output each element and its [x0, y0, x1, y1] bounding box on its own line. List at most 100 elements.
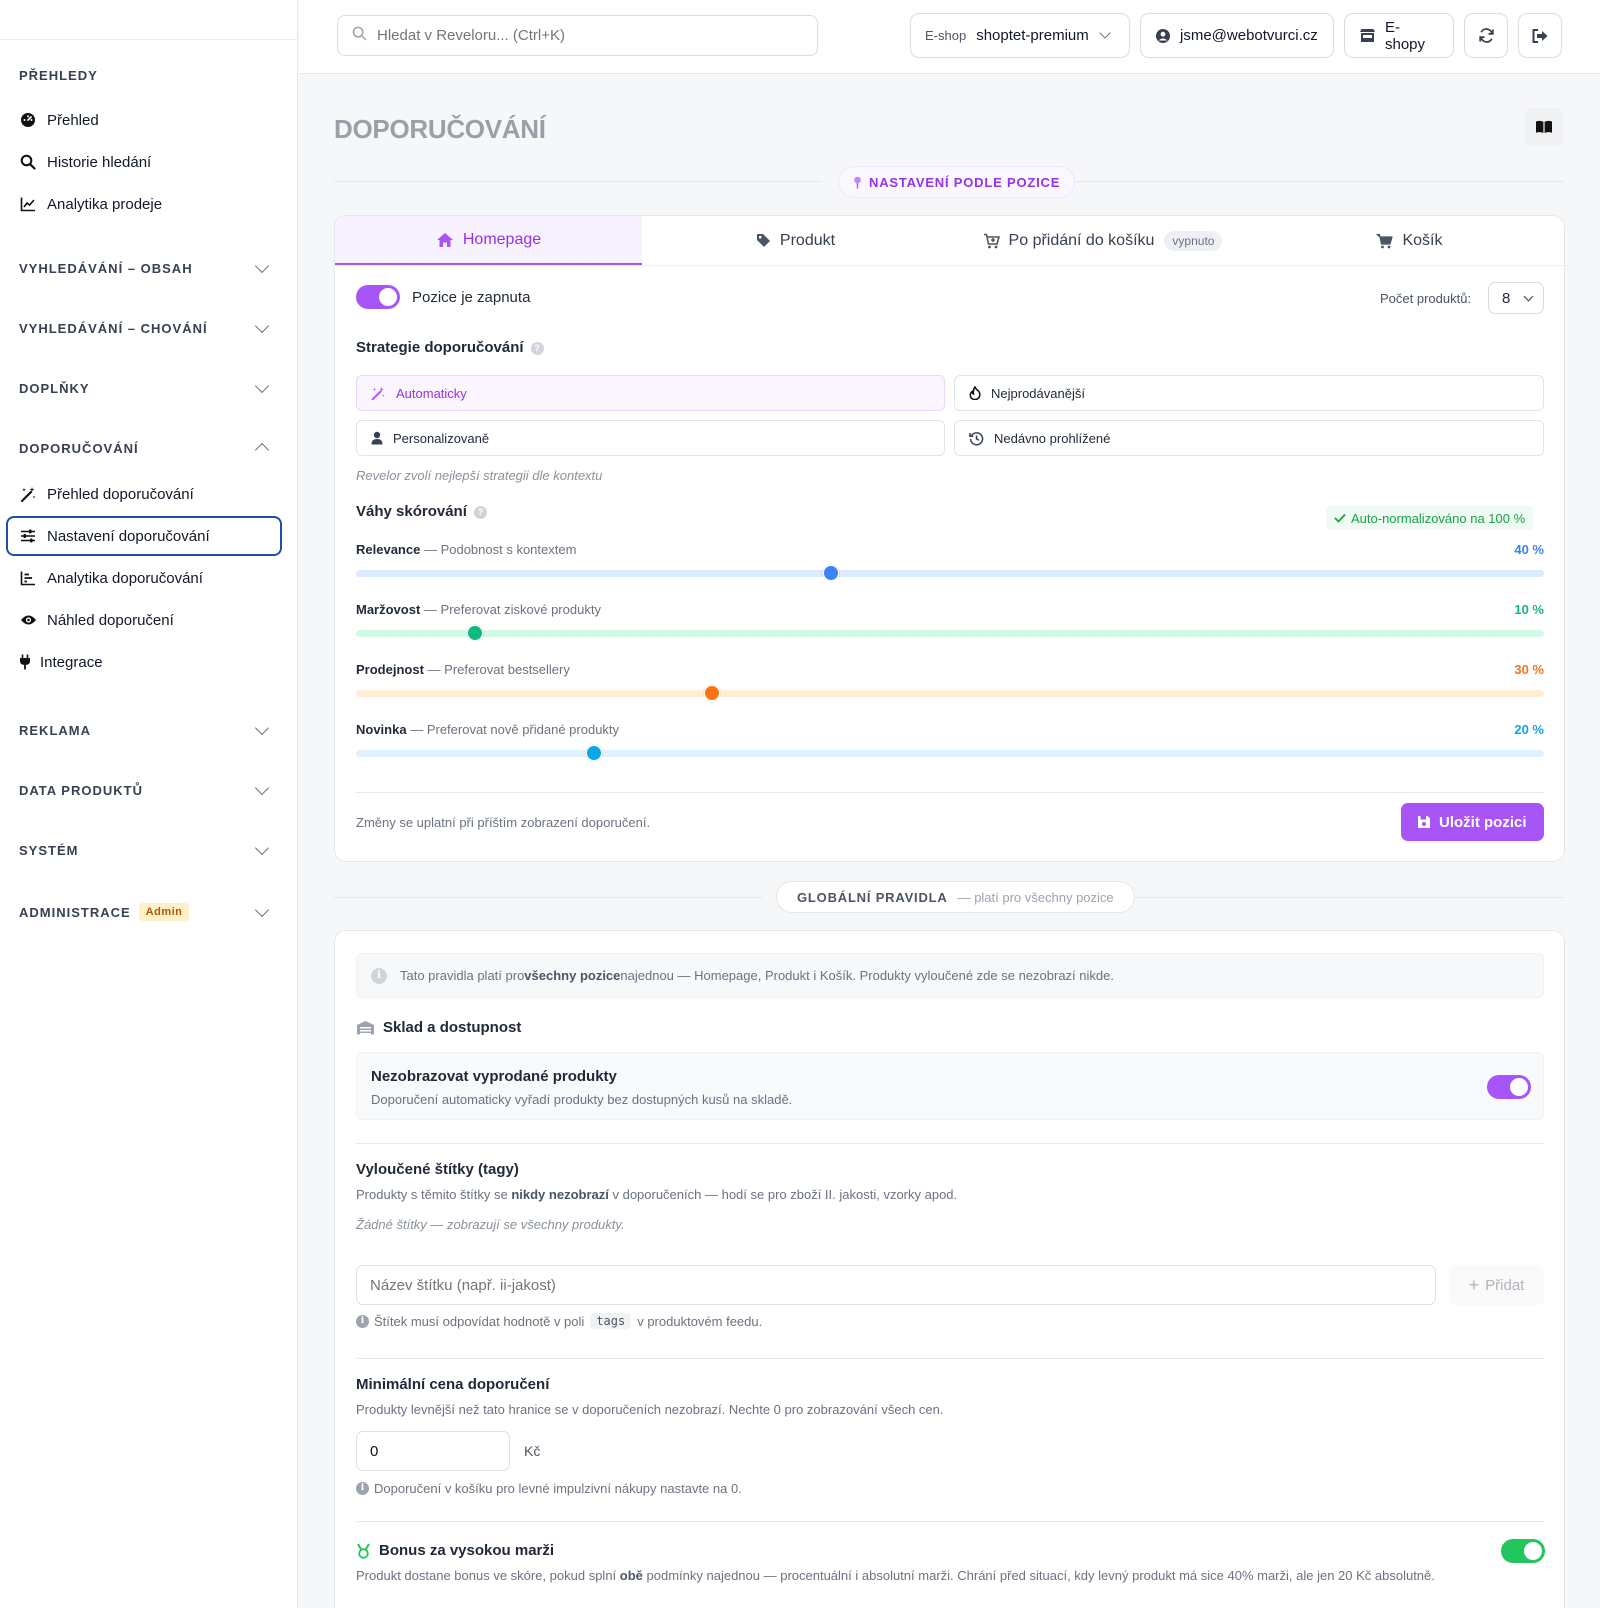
section-administration[interactable]: ADMINISTRACE Admin — [0, 902, 297, 922]
sliders-icon — [19, 527, 37, 545]
sidebar-item-rec-analytics[interactable]: Analytika doporučování — [6, 558, 282, 598]
topbar: E-shop shoptet-premium jsme@webotvurci.c… — [299, 0, 1600, 74]
weight-slider-track[interactable] — [356, 630, 1544, 637]
weight-label: Prodejnost — Preferovat bestsellery — [356, 662, 570, 677]
strategy-personalized[interactable]: Personalizovaně — [356, 420, 945, 456]
sidebar-item-sales-analytics[interactable]: Analytika prodeje — [6, 184, 282, 224]
pin-icon — [853, 176, 862, 189]
sidebar-item-integration[interactable]: Integrace — [6, 642, 282, 682]
chevron-down-icon — [1099, 27, 1111, 39]
section-search-behavior[interactable]: VYHLEDÁVÁNÍ – CHOVÁNÍ — [0, 318, 297, 338]
floppy-disk-icon — [1417, 815, 1431, 829]
global-rules-label: GLOBÁLNÍ PRAVIDLA — platí pro všechny po… — [776, 881, 1135, 913]
position-enabled-toggle[interactable] — [356, 285, 400, 309]
disabled-badge: vypnuto — [1164, 230, 1223, 251]
hide-soldout-row: Nezobrazovat vyprodané produkty Doporuče… — [356, 1052, 1544, 1120]
position-settings-card: Homepage Produkt Po přidání do košíku vy… — [334, 215, 1565, 862]
strategy-hint: Revelor zvolí nejlepší strategii dle kon… — [356, 468, 603, 483]
eshop-selector[interactable]: E-shop shoptet-premium — [910, 13, 1130, 58]
tab-cart[interactable]: Košík — [1256, 216, 1563, 265]
min-price-title: Minimální cena doporučení — [356, 1376, 550, 1393]
divider-line — [334, 181, 822, 182]
info-icon: i — [356, 1482, 369, 1495]
help-icon[interactable]: ? — [530, 341, 544, 355]
weight-slider-thumb[interactable] — [704, 685, 721, 701]
section-search-content[interactable]: VYHLEDÁVÁNÍ – OBSAH — [0, 258, 297, 278]
chevron-down-icon — [254, 720, 270, 736]
search-box[interactable] — [337, 15, 818, 56]
tag-input[interactable] — [370, 1276, 1435, 1294]
sidebar-item-search-history[interactable]: Historie hledání — [6, 142, 282, 182]
cart-icon — [1376, 233, 1394, 249]
refresh-button[interactable] — [1464, 13, 1508, 58]
chevron-down-icon — [254, 258, 270, 274]
page-title: DOPORUČOVÁNÍ — [334, 114, 546, 144]
weight-slider-thumb[interactable] — [585, 745, 602, 761]
sidebar: PŘEHLEDY Přehled Historie hledání Analyt… — [0, 0, 298, 1608]
strategy-recently-viewed[interactable]: Nedávno prohlížené — [954, 420, 1544, 456]
section-system[interactable]: SYSTÉM — [0, 840, 297, 860]
strategy-auto[interactable]: Automaticky — [356, 375, 945, 411]
docs-button[interactable] — [1525, 108, 1563, 146]
weight-slider-track[interactable] — [356, 570, 1544, 577]
weight-value: 40 % — [1514, 542, 1544, 557]
section-overview: PŘEHLEDY — [19, 67, 98, 83]
weight-slider-track[interactable] — [356, 750, 1544, 757]
margin-bonus-title: Bonus za vysokou marži — [356, 1542, 554, 1559]
strategy-bestsellers[interactable]: Nejprodávanější — [954, 375, 1544, 411]
hide-soldout-toggle[interactable] — [1487, 1075, 1531, 1099]
no-tags-note: Žádné štítky — zobrazují se všechny prod… — [356, 1217, 625, 1232]
section-product-data[interactable]: DATA PRODUKTŮ — [0, 780, 297, 800]
magic-wand-icon — [371, 386, 386, 401]
user-account-button[interactable]: jsme@webotvurci.cz — [1140, 13, 1334, 58]
divider-line — [356, 1358, 1544, 1359]
margin-bonus-toggle[interactable] — [1501, 1539, 1545, 1563]
history-icon — [969, 431, 984, 446]
section-recommendations[interactable]: DOPORUČOVÁNÍ — [0, 438, 297, 458]
sidebar-item-rec-overview[interactable]: Přehled doporučování — [6, 474, 282, 514]
tab-product[interactable]: Produkt — [642, 216, 949, 265]
store-icon — [1359, 28, 1376, 43]
weight-label: Maržovost — Preferovat ziskové produkty — [356, 602, 601, 617]
weight-slider-thumb[interactable] — [466, 625, 483, 641]
min-price-field[interactable] — [356, 1431, 569, 1471]
sidebar-item-rec-settings[interactable]: Nastavení doporučování — [6, 516, 282, 556]
excluded-tags-title: Vyloučené štítky (tagy) — [356, 1161, 519, 1178]
min-price-note: i Doporučení v košíku pro levné impulziv… — [356, 1481, 742, 1496]
sidebar-item-overview[interactable]: Přehled — [6, 100, 282, 140]
tab-homepage[interactable]: Homepage — [335, 216, 642, 265]
add-tag-button[interactable]: + Přidat — [1449, 1265, 1544, 1305]
chevron-down-icon — [254, 378, 270, 394]
refresh-icon — [1478, 27, 1495, 44]
chevron-down-icon — [1523, 291, 1534, 302]
save-position-button[interactable]: Uložit pozici — [1401, 803, 1544, 841]
weight-value: 10 % — [1514, 602, 1544, 617]
weight-slider-track[interactable] — [356, 690, 1544, 697]
strategy-title: Strategie doporučování? — [356, 339, 544, 356]
excluded-tags-desc: Produkty s těmito štítky se nikdy nezobr… — [356, 1187, 958, 1202]
weight-slider-thumb[interactable] — [823, 565, 840, 581]
sidebar-header — [0, 0, 297, 40]
section-ads[interactable]: REKLAMA — [0, 720, 297, 740]
search-input[interactable] — [377, 27, 817, 44]
logout-button[interactable] — [1518, 13, 1562, 58]
sidebar-item-label: Nastavení doporučování — [47, 527, 210, 545]
plug-icon — [19, 653, 31, 671]
sidebar-item-rec-preview[interactable]: Náhled doporučení — [6, 600, 282, 640]
eshops-button[interactable]: E-shopy — [1344, 13, 1454, 58]
sidebar-item-label: Náhled doporučení — [47, 611, 174, 629]
help-icon[interactable]: ? — [473, 505, 487, 519]
tag-note: i Štítek musí odpovídat hodnotě v poli t… — [356, 1313, 762, 1329]
product-count-select[interactable]: 8 — [1488, 282, 1544, 314]
tag-input-field[interactable] — [356, 1265, 1436, 1305]
info-icon: i — [371, 967, 387, 984]
fire-icon — [969, 386, 981, 400]
section-addons[interactable]: DOPLŇKY — [0, 378, 297, 398]
tab-after-cart[interactable]: Po přidání do košíku vypnuto — [949, 216, 1256, 265]
global-rules-card: i Tato pravidla platí pro všechny pozice… — [334, 930, 1565, 1608]
chevron-down-icon — [254, 318, 270, 334]
stock-title: Sklad a dostupnost — [356, 1019, 521, 1036]
auto-normalized-badge: Auto-normalizováno na 100 % — [1326, 506, 1534, 530]
position-tabs: Homepage Produkt Po přidání do košíku vy… — [335, 216, 1564, 266]
divider-line — [334, 897, 762, 898]
